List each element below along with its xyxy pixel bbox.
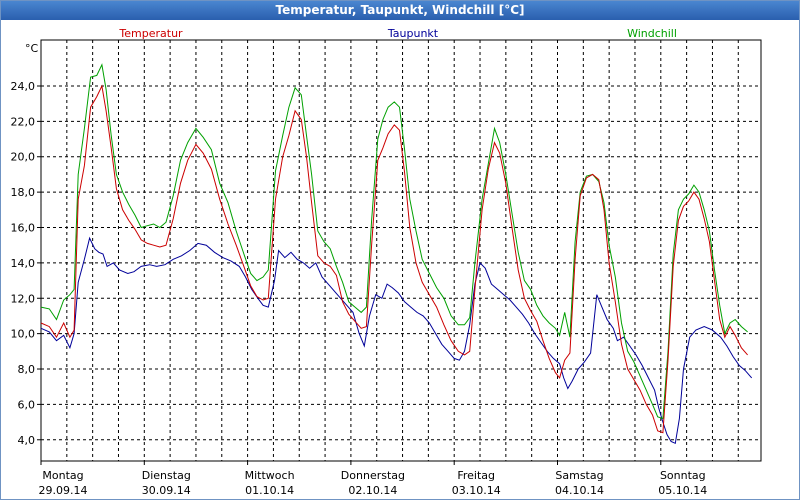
y-tick-label: 16,0: [11, 222, 36, 235]
x-tick-day-label: Samstag: [555, 469, 603, 482]
x-tick-date-label: 29.09.14: [39, 484, 88, 497]
y-tick-label: 18,0: [11, 186, 36, 199]
chart-window: Temperatur, Taupunkt, Windchill [°C] 4,0…: [0, 0, 800, 500]
y-tick-label: 10,0: [11, 328, 36, 341]
y-tick-labels: 4,0 6,0 8,0 10,0 12,0 14,0 16,0 18,0 20,0 22,0 24,…: [11, 80, 36, 447]
x-tick-date-label: 02.10.14: [348, 484, 397, 497]
y-axis-unit-label: °C: [25, 42, 39, 55]
y-tick-label: 24,0: [11, 80, 36, 93]
y-tick-label: 8,0: [18, 363, 36, 376]
legend-entry-taupunkt: Taupunkt: [387, 27, 439, 40]
legend-entry-temperatur: Temperatur: [118, 27, 183, 40]
x-tick-day-label: Freitag: [457, 469, 495, 482]
x-tick-date-label: 03.10.14: [452, 484, 501, 497]
series-line-taupunkt: [40, 236, 753, 445]
x-tick-date-label: 01.10.14: [245, 484, 294, 497]
x-tick-date-label: 30.09.14: [142, 484, 191, 497]
x-tick-date-label: 04.10.14: [555, 484, 604, 497]
x-tick-day-label: Dienstag: [142, 469, 191, 482]
plot-area-border: [40, 39, 762, 462]
y-tick-label: 12,0: [11, 292, 36, 305]
y-tick-label: 4,0: [18, 434, 36, 447]
x-tick-day-label: Sonntag: [660, 469, 706, 482]
x-tick-day-label: Montag: [42, 469, 83, 482]
x-tick-day-label: Mittwoch: [245, 469, 295, 482]
x-tick-date-label: 05.10.14: [658, 484, 707, 497]
y-tick-label: 22,0: [11, 115, 36, 128]
plot-frame: [40, 39, 762, 462]
legend-entry-windchill: Windchill: [627, 27, 677, 40]
x-tick-labels: Montag 29.09.14 Dienstag 30.09.14 Mittwoch 01…: [39, 469, 708, 497]
y-tick-label: 20,0: [11, 151, 36, 164]
grid-lines: [37, 40, 761, 465]
y-tick-label: 14,0: [11, 257, 36, 270]
chart-svg: 4,0 6,0 8,0 10,0 12,0 14,0 16,0 18,0 20,0 22,0 24,…: [11, 27, 762, 497]
legend: Temperatur Taupunkt Windchill: [118, 27, 677, 40]
x-tick-day-label: Donnerstag: [341, 469, 405, 482]
y-tick-label: 6,0: [18, 398, 36, 411]
